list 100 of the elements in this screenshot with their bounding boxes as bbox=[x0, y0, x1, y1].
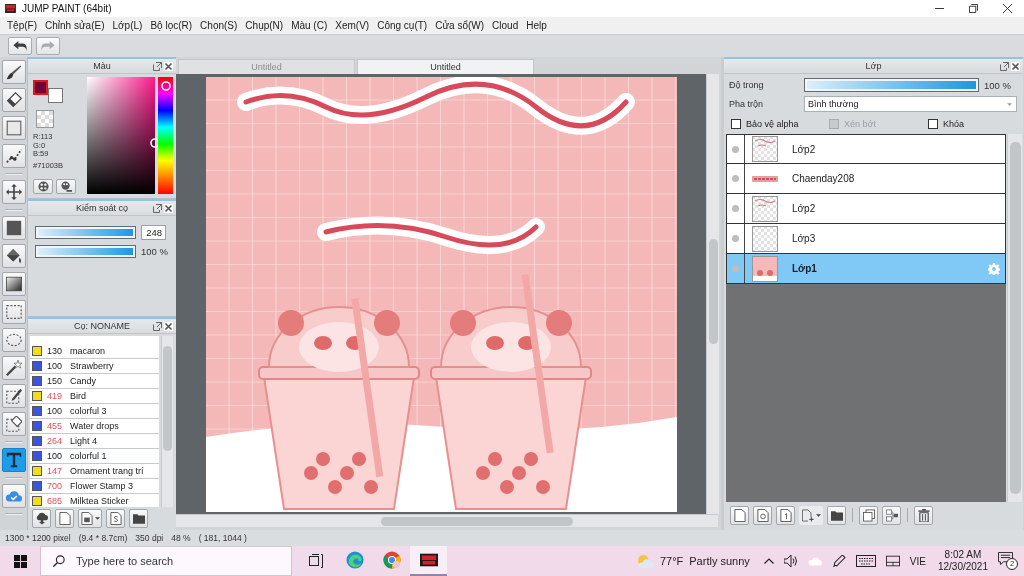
delete-button[interactable] bbox=[914, 505, 933, 525]
visibility-dot-icon[interactable] bbox=[732, 265, 739, 272]
brush-list-item[interactable]: 419 Bird bbox=[30, 389, 159, 404]
menu-item[interactable]: Help bbox=[522, 20, 551, 31]
merge-button[interactable] bbox=[882, 505, 901, 525]
menu-item[interactable]: Chụp(N) bbox=[241, 20, 288, 31]
hue-ring-icon[interactable] bbox=[160, 81, 171, 92]
brush-list-item[interactable]: 700 Flower Stamp 3 bbox=[30, 479, 159, 494]
menu-item[interactable]: Cửa sổ(W) bbox=[431, 20, 489, 31]
keyboard-icon[interactable] bbox=[855, 555, 876, 567]
layer-row[interactable]: Lớp2 bbox=[726, 134, 1006, 164]
layer-row[interactable]: Lớp1 bbox=[726, 254, 1006, 284]
undock-icon[interactable] bbox=[153, 321, 162, 331]
brush-name: Water drops bbox=[70, 421, 119, 431]
undock-icon[interactable] bbox=[1000, 61, 1009, 71]
new-layer-button[interactable] bbox=[730, 505, 749, 525]
blend-mode-dropdown[interactable]: Bình thường bbox=[804, 96, 1017, 112]
pen-icon[interactable] bbox=[831, 555, 846, 567]
search-field[interactable]: Type here to search bbox=[40, 546, 292, 576]
clock[interactable]: 8:02 AM 12/30/2021 bbox=[937, 549, 988, 573]
menu-item[interactable]: Chỉnh sửa(E) bbox=[41, 20, 109, 31]
tool-button[interactable] bbox=[1, 356, 26, 380]
tool-button[interactable] bbox=[1, 180, 26, 204]
weather-condition[interactable]: Partly sunny bbox=[689, 555, 750, 567]
hue-slider[interactable] bbox=[158, 77, 173, 194]
menu-item[interactable]: Bộ lọc(R) bbox=[146, 20, 197, 31]
new-layer-button[interactable] bbox=[776, 505, 795, 525]
visibility-dot-icon[interactable] bbox=[732, 205, 739, 212]
temperature[interactable]: 77°F bbox=[659, 555, 684, 567]
brush-list-item[interactable]: 150 Candy bbox=[30, 374, 159, 389]
menu-item[interactable]: Xem(V) bbox=[331, 20, 374, 31]
undock-icon[interactable] bbox=[153, 203, 162, 213]
tool-button[interactable] bbox=[1, 272, 26, 296]
menu-item[interactable]: Công cụ(T) bbox=[373, 20, 432, 31]
brush-list-item[interactable]: 100 colorful 3 bbox=[30, 404, 159, 419]
color-swatch-icon[interactable] bbox=[33, 80, 48, 95]
chevron-up-icon[interactable] bbox=[763, 558, 774, 564]
language-indicator[interactable]: VIE bbox=[909, 555, 926, 567]
duplicate-button[interactable] bbox=[859, 505, 878, 525]
brush-list-item[interactable]: 264 Light 4 bbox=[30, 434, 159, 449]
checkbox[interactable] bbox=[928, 119, 938, 129]
tool-button[interactable] bbox=[1, 412, 26, 436]
undock-icon[interactable] bbox=[153, 61, 162, 71]
taskbar-app-button[interactable] bbox=[410, 546, 447, 576]
tool-button[interactable] bbox=[1, 60, 26, 84]
square-icon bbox=[5, 120, 22, 136]
new-layer-button[interactable] bbox=[753, 505, 772, 525]
brush-list-item[interactable]: 100 colorful 1 bbox=[30, 449, 159, 464]
scrollbar-thumb[interactable] bbox=[708, 239, 718, 344]
size-input[interactable]: 248 bbox=[141, 225, 166, 240]
undo-button[interactable] bbox=[8, 37, 32, 55]
scrollbar[interactable] bbox=[706, 74, 719, 514]
tool-button[interactable] bbox=[1, 244, 26, 268]
scrollbar-thumb[interactable] bbox=[1009, 142, 1021, 494]
palette-button[interactable] bbox=[33, 179, 53, 194]
visibility-dot-icon[interactable] bbox=[732, 175, 739, 182]
color-field[interactable] bbox=[86, 77, 156, 194]
brush-list-item[interactable]: 100 Strawberry bbox=[30, 359, 159, 374]
menu-item[interactable]: Màu (C) bbox=[287, 20, 332, 31]
layer-row[interactable]: Lớp2 bbox=[726, 194, 1006, 224]
menu-item[interactable]: Lớp(L) bbox=[108, 20, 147, 31]
merge-icon bbox=[885, 508, 898, 522]
scrollbar[interactable] bbox=[1007, 134, 1022, 502]
tool-button[interactable] bbox=[1, 448, 26, 472]
folder-button[interactable] bbox=[827, 505, 846, 525]
scrollbar[interactable] bbox=[161, 336, 173, 507]
tool-button[interactable] bbox=[1, 144, 26, 168]
scrollbar[interactable] bbox=[176, 514, 718, 527]
tool-button[interactable] bbox=[1, 216, 26, 240]
speaker-icon[interactable] bbox=[783, 555, 798, 567]
visibility-dot-icon[interactable] bbox=[732, 235, 739, 242]
brush-menu-button[interactable] bbox=[78, 508, 102, 528]
canvas-tab[interactable]: Untitled bbox=[357, 59, 534, 74]
checkbox[interactable] bbox=[731, 119, 741, 129]
folder-button[interactable] bbox=[129, 508, 148, 528]
palette-button[interactable] bbox=[56, 179, 76, 194]
menu-item[interactable]: Tệp(F) bbox=[3, 20, 41, 31]
menu-item[interactable]: Chọn(S) bbox=[196, 20, 242, 31]
download-button[interactable] bbox=[32, 508, 51, 528]
add-layer-button[interactable] bbox=[799, 505, 823, 525]
new-brush-button[interactable] bbox=[55, 508, 74, 528]
layer-row[interactable]: Lớp3 bbox=[726, 224, 1006, 254]
visibility-dot-icon[interactable] bbox=[732, 145, 739, 153]
color-swatch-icon[interactable] bbox=[48, 88, 63, 103]
screen-icon[interactable] bbox=[885, 555, 900, 567]
scrollbar-thumb[interactable] bbox=[381, 516, 573, 526]
tool-button[interactable] bbox=[1, 88, 26, 112]
close-icon[interactable] bbox=[164, 321, 173, 331]
layer-row[interactable]: Chaenday208 bbox=[726, 164, 1006, 194]
scrollbar-thumb[interactable] bbox=[163, 346, 172, 451]
menu-item[interactable]: Cloud bbox=[488, 20, 523, 31]
script-button[interactable] bbox=[106, 508, 125, 528]
close-icon[interactable] bbox=[164, 61, 173, 71]
close-icon[interactable] bbox=[1011, 61, 1020, 71]
transparent-swatch-icon[interactable] bbox=[36, 110, 54, 128]
brush-list-item[interactable]: 130 macaron bbox=[30, 344, 159, 359]
close-icon[interactable] bbox=[164, 203, 173, 213]
tool-button[interactable] bbox=[1, 384, 26, 408]
brush-list-item[interactable]: 147 Ornament trang trí bbox=[30, 464, 159, 479]
brush-list-item[interactable]: 455 Water drops bbox=[30, 419, 159, 434]
